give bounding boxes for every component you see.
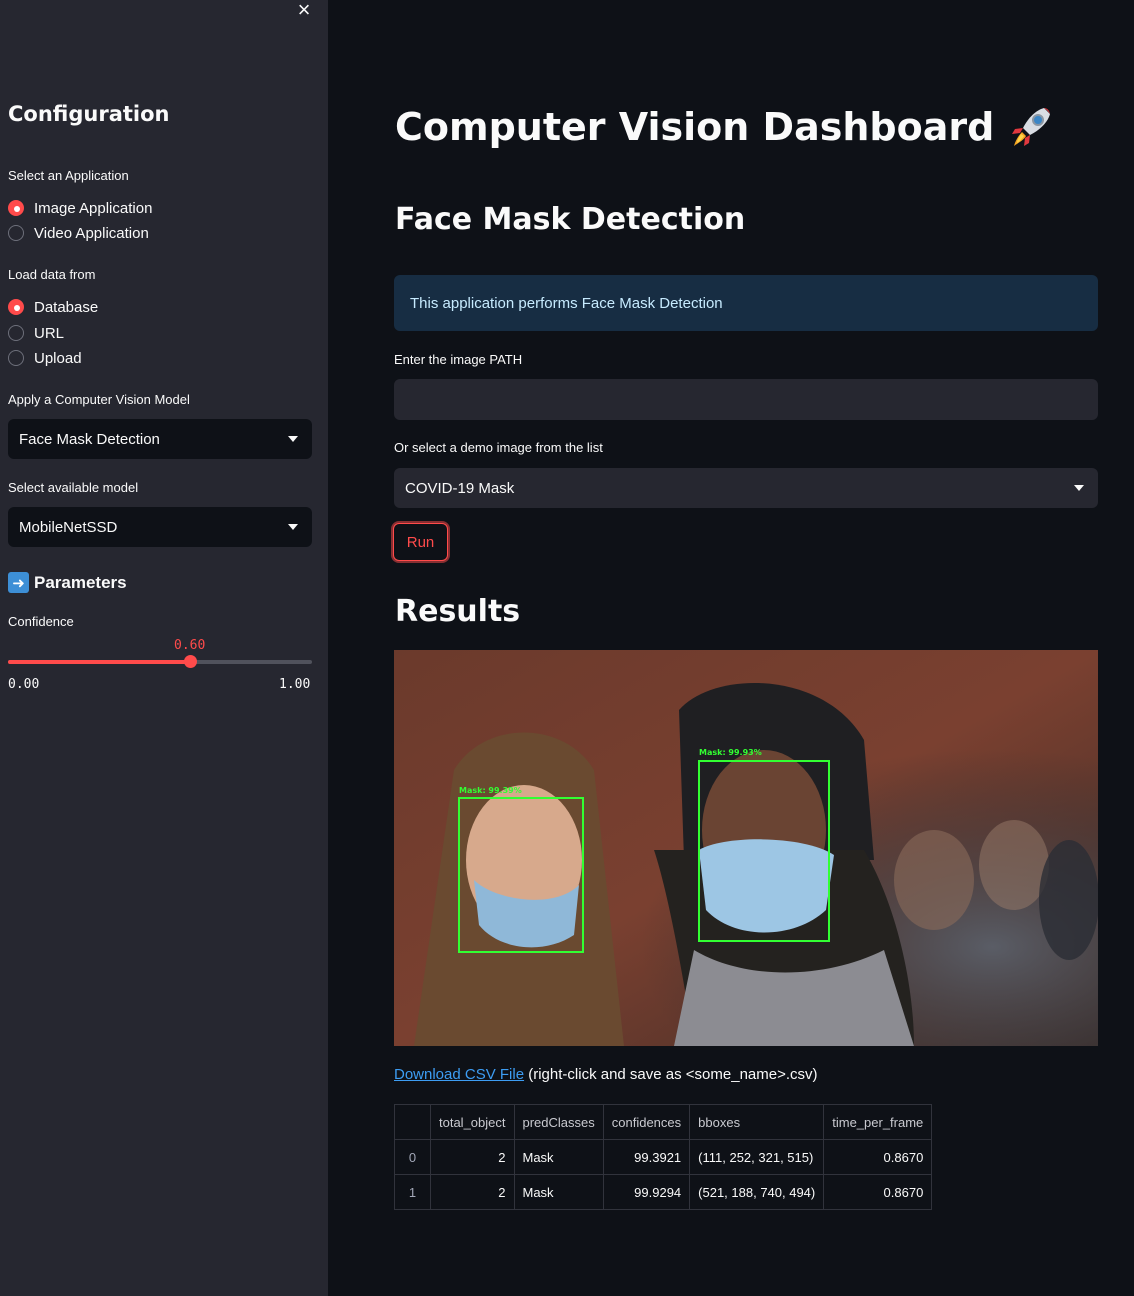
chevron-down-icon bbox=[288, 524, 298, 530]
radio-label: URL bbox=[34, 324, 65, 342]
radio-label: Video Application bbox=[34, 224, 149, 242]
radio-label: Database bbox=[34, 298, 99, 316]
radio-checked-icon bbox=[8, 200, 24, 216]
right-arrow-icon: ➜ bbox=[8, 572, 29, 593]
table-cell: 2 bbox=[430, 1139, 515, 1175]
demo-label: Or select a demo image from the list bbox=[394, 440, 603, 455]
column-header[interactable] bbox=[394, 1104, 431, 1140]
demo-image-value: COVID-19 Mask bbox=[405, 479, 515, 497]
rocket-icon bbox=[1012, 108, 1051, 146]
available-model-value: MobileNetSSD bbox=[19, 518, 118, 536]
table-row: 1 2 Mask 99.9294 (521, 188, 740, 494) 0.… bbox=[394, 1174, 933, 1210]
table-cell: (111, 252, 321, 515) bbox=[689, 1139, 825, 1175]
column-header[interactable]: time_per_frame bbox=[823, 1104, 933, 1140]
table-row: 0 2 Mask 99.3921 (111, 252, 321, 515) 0.… bbox=[394, 1139, 933, 1175]
radio-video-application[interactable]: Video Application bbox=[8, 222, 149, 244]
radio-database[interactable]: Database bbox=[8, 296, 98, 318]
table-header-row: total_object predClasses confidences bbo… bbox=[394, 1104, 933, 1140]
table-cell: 0.8670 bbox=[823, 1139, 933, 1175]
table-cell: 0 bbox=[394, 1139, 431, 1175]
chevron-down-icon bbox=[288, 436, 298, 442]
sidebar-title: Configuration bbox=[8, 102, 170, 126]
close-icon: × bbox=[297, 0, 311, 22]
radio-unchecked-icon bbox=[8, 350, 24, 366]
close-sidebar-button[interactable]: × bbox=[294, 0, 314, 22]
table-cell: Mask bbox=[513, 1174, 604, 1210]
radio-upload[interactable]: Upload bbox=[8, 347, 82, 369]
table-cell: (521, 188, 740, 494) bbox=[689, 1174, 825, 1210]
confidence-slider[interactable] bbox=[8, 655, 312, 668]
radio-image-application[interactable]: Image Application bbox=[8, 197, 152, 219]
info-text: This application performs Face Mask Dete… bbox=[410, 294, 723, 312]
image-path-input[interactable] bbox=[394, 379, 1098, 420]
bbox-label-1: Mask: 99.39% bbox=[459, 786, 522, 795]
results-title: Results bbox=[395, 594, 521, 629]
download-hint: (right-click and save as <some_name>.csv… bbox=[528, 1066, 818, 1083]
section-title: Face Mask Detection bbox=[395, 202, 746, 237]
radio-unchecked-icon bbox=[8, 325, 24, 341]
table-cell: 2 bbox=[430, 1174, 515, 1210]
chevron-down-icon bbox=[1074, 485, 1084, 491]
result-image: Mask: 99.39% Mask: 99.93% bbox=[394, 650, 1098, 1046]
demo-image-select[interactable]: COVID-19 Mask bbox=[394, 468, 1098, 508]
radio-url[interactable]: URL bbox=[8, 322, 64, 344]
column-header[interactable]: total_object bbox=[430, 1104, 515, 1140]
parameters-heading: ➜ Parameters bbox=[8, 572, 127, 593]
result-image-canvas: Mask: 99.39% Mask: 99.93% bbox=[394, 650, 1098, 1046]
table-cell: 0.8670 bbox=[823, 1174, 933, 1210]
confidence-value: 0.60 bbox=[174, 638, 206, 653]
slider-fill bbox=[8, 660, 191, 664]
cv-model-value: Face Mask Detection bbox=[19, 430, 160, 448]
download-line: Download CSV File (right-click and save … bbox=[394, 1066, 818, 1083]
bbox-label-2: Mask: 99.93% bbox=[699, 748, 762, 757]
column-header[interactable]: bboxes bbox=[689, 1104, 825, 1140]
confidence-label: Confidence bbox=[8, 614, 74, 629]
slider-min-label: 0.00 bbox=[8, 677, 40, 692]
radio-label: Image Application bbox=[34, 199, 153, 217]
table-cell: 99.3921 bbox=[602, 1139, 691, 1175]
cv-model-label: Apply a Computer Vision Model bbox=[8, 392, 190, 407]
radio-unchecked-icon bbox=[8, 225, 24, 241]
table-cell: 99.9294 bbox=[602, 1174, 691, 1210]
page-title-text: Computer Vision Dashboard bbox=[395, 105, 995, 149]
available-model-select[interactable]: MobileNetSSD bbox=[8, 507, 312, 547]
cv-model-select[interactable]: Face Mask Detection bbox=[8, 419, 312, 459]
table-cell: 1 bbox=[394, 1174, 431, 1210]
available-model-label: Select available model bbox=[8, 480, 139, 495]
sidebar: × Configuration Select an Application Im… bbox=[0, 0, 328, 1296]
page-title: Computer Vision Dashboard bbox=[395, 102, 1056, 152]
radio-checked-icon bbox=[8, 299, 24, 315]
slider-max-label: 1.00 bbox=[279, 677, 311, 692]
parameters-title: Parameters bbox=[34, 572, 127, 592]
path-label: Enter the image PATH bbox=[394, 352, 523, 367]
source-select-label: Load data from bbox=[8, 267, 96, 282]
table-cell: Mask bbox=[513, 1139, 604, 1175]
run-button[interactable]: Run bbox=[393, 523, 448, 561]
slider-thumb[interactable] bbox=[184, 655, 198, 668]
results-table: total_object predClasses confidences bbo… bbox=[394, 1104, 933, 1210]
info-box: This application performs Face Mask Dete… bbox=[394, 275, 1098, 331]
download-csv-link[interactable]: Download CSV File bbox=[394, 1066, 524, 1083]
column-header[interactable]: confidences bbox=[602, 1104, 691, 1140]
radio-label: Upload bbox=[34, 349, 82, 367]
app-select-label: Select an Application bbox=[8, 168, 129, 183]
column-header[interactable]: predClasses bbox=[513, 1104, 604, 1140]
